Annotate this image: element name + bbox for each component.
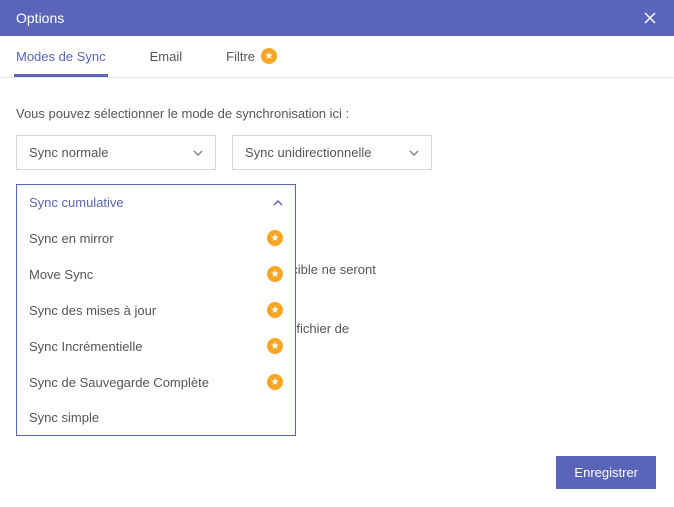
footer: Enregistrer xyxy=(556,456,656,489)
dropdown-item-label: Sync de Sauvegarde Complète xyxy=(29,375,209,390)
tabs-bar: Modes de Sync Email Filtre xyxy=(0,36,674,78)
save-button[interactable]: Enregistrer xyxy=(556,456,656,489)
chevron-up-icon xyxy=(273,198,283,208)
dropdown-item-label: Sync des mises à jour xyxy=(29,303,156,318)
chevron-down-icon xyxy=(409,148,419,158)
dropdown-item-label: Move Sync xyxy=(29,267,93,282)
dropdown-item-label: Sync en mirror xyxy=(29,231,114,246)
sync-mode-select-1[interactable]: Sync normale xyxy=(16,135,216,170)
star-icon xyxy=(267,266,283,282)
star-icon xyxy=(267,338,283,354)
dropdown-item-incremental[interactable]: Sync Incrémentielle xyxy=(17,328,295,364)
dropdown-selected-label: Sync cumulative xyxy=(29,195,124,210)
sync-mode-select-2[interactable]: Sync unidirectionnelle xyxy=(232,135,432,170)
tab-label: Filtre xyxy=(226,49,255,64)
star-icon xyxy=(267,374,283,390)
dropdown-item-label: Sync Incrémentielle xyxy=(29,339,142,354)
close-icon[interactable] xyxy=(642,10,658,26)
star-icon xyxy=(267,230,283,246)
dialog-header: Options xyxy=(0,0,674,36)
dropdown-item-simple[interactable]: Sync simple xyxy=(17,400,295,435)
dropdown-item-updates[interactable]: Sync des mises à jour xyxy=(17,292,295,328)
tab-sync-modes[interactable]: Modes de Sync xyxy=(14,36,108,77)
dropdown-item-backup[interactable]: Sync de Sauvegarde Complète xyxy=(17,364,295,400)
tab-email[interactable]: Email xyxy=(148,36,185,77)
dropdown-item-move[interactable]: Move Sync xyxy=(17,256,295,292)
dialog-title: Options xyxy=(16,10,64,26)
dropdown-item-label: Sync simple xyxy=(29,410,99,425)
select-value: Sync unidirectionnelle xyxy=(245,145,371,160)
tab-label: Modes de Sync xyxy=(16,49,106,64)
star-icon xyxy=(261,48,277,64)
tab-filter[interactable]: Filtre xyxy=(224,36,279,77)
dropdown-item-mirror[interactable]: Sync en mirror xyxy=(17,220,295,256)
chevron-down-icon xyxy=(193,148,203,158)
select-value: Sync normale xyxy=(29,145,108,160)
sync-mode-dropdown: Sync cumulative Sync en mirror Move Sync… xyxy=(16,184,296,436)
description-text: Vous pouvez sélectionner le mode de sync… xyxy=(16,106,658,121)
selects-row: Sync normale Sync unidirectionnelle xyxy=(16,135,658,170)
tab-label: Email xyxy=(150,49,183,64)
star-icon xyxy=(267,302,283,318)
dropdown-selected-item[interactable]: Sync cumulative xyxy=(17,185,295,220)
content-area: Vous pouvez sélectionner le mode de sync… xyxy=(0,78,674,391)
